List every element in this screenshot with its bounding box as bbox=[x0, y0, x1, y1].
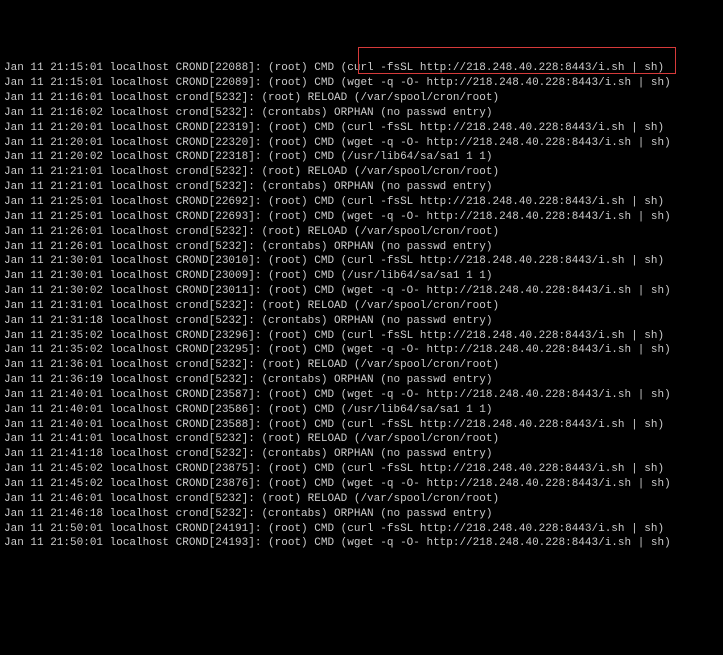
log-line: Jan 11 21:20:02 localhost CROND[22318]: … bbox=[4, 150, 719, 165]
log-line: Jan 11 21:25:01 localhost CROND[22692]: … bbox=[4, 195, 719, 210]
log-line: Jan 11 21:15:01 localhost CROND[22089]: … bbox=[4, 76, 719, 91]
log-line: Jan 11 21:15:01 localhost CROND[22088]: … bbox=[4, 61, 719, 76]
log-line: Jan 11 21:40:01 localhost CROND[23587]: … bbox=[4, 388, 719, 403]
log-line: Jan 11 21:21:01 localhost crond[5232]: (… bbox=[4, 180, 719, 195]
log-line: Jan 11 21:21:01 localhost crond[5232]: (… bbox=[4, 165, 719, 180]
log-line: Jan 11 21:41:18 localhost crond[5232]: (… bbox=[4, 447, 719, 462]
log-line: Jan 11 21:50:01 localhost CROND[24191]: … bbox=[4, 522, 719, 537]
terminal-log-output: Jan 11 21:15:01 localhost CROND[22088]: … bbox=[4, 61, 719, 551]
log-line: Jan 11 21:26:01 localhost crond[5232]: (… bbox=[4, 225, 719, 240]
log-line: Jan 11 21:36:01 localhost crond[5232]: (… bbox=[4, 358, 719, 373]
log-line: Jan 11 21:16:01 localhost crond[5232]: (… bbox=[4, 91, 719, 106]
log-line: Jan 11 21:45:02 localhost CROND[23876]: … bbox=[4, 477, 719, 492]
log-line: Jan 11 21:31:18 localhost crond[5232]: (… bbox=[4, 314, 719, 329]
log-line: Jan 11 21:20:01 localhost CROND[22319]: … bbox=[4, 121, 719, 136]
log-line: Jan 11 21:50:01 localhost CROND[24193]: … bbox=[4, 536, 719, 551]
log-line: Jan 11 21:36:19 localhost crond[5232]: (… bbox=[4, 373, 719, 388]
log-line: Jan 11 21:30:02 localhost CROND[23011]: … bbox=[4, 284, 719, 299]
log-line: Jan 11 21:45:02 localhost CROND[23875]: … bbox=[4, 462, 719, 477]
log-line: Jan 11 21:40:01 localhost CROND[23588]: … bbox=[4, 418, 719, 433]
log-line: Jan 11 21:31:01 localhost crond[5232]: (… bbox=[4, 299, 719, 314]
log-line: Jan 11 21:41:01 localhost crond[5232]: (… bbox=[4, 432, 719, 447]
log-line: Jan 11 21:25:01 localhost CROND[22693]: … bbox=[4, 210, 719, 225]
log-line: Jan 11 21:35:02 localhost CROND[23296]: … bbox=[4, 329, 719, 344]
log-line: Jan 11 21:30:01 localhost CROND[23009]: … bbox=[4, 269, 719, 284]
log-line: Jan 11 21:30:01 localhost CROND[23010]: … bbox=[4, 254, 719, 269]
log-line: Jan 11 21:20:01 localhost CROND[22320]: … bbox=[4, 136, 719, 151]
log-line: Jan 11 21:46:01 localhost crond[5232]: (… bbox=[4, 492, 719, 507]
log-line: Jan 11 21:26:01 localhost crond[5232]: (… bbox=[4, 240, 719, 255]
log-line: Jan 11 21:46:18 localhost crond[5232]: (… bbox=[4, 507, 719, 522]
log-line: Jan 11 21:16:02 localhost crond[5232]: (… bbox=[4, 106, 719, 121]
log-line: Jan 11 21:40:01 localhost CROND[23586]: … bbox=[4, 403, 719, 418]
log-line: Jan 11 21:35:02 localhost CROND[23295]: … bbox=[4, 343, 719, 358]
